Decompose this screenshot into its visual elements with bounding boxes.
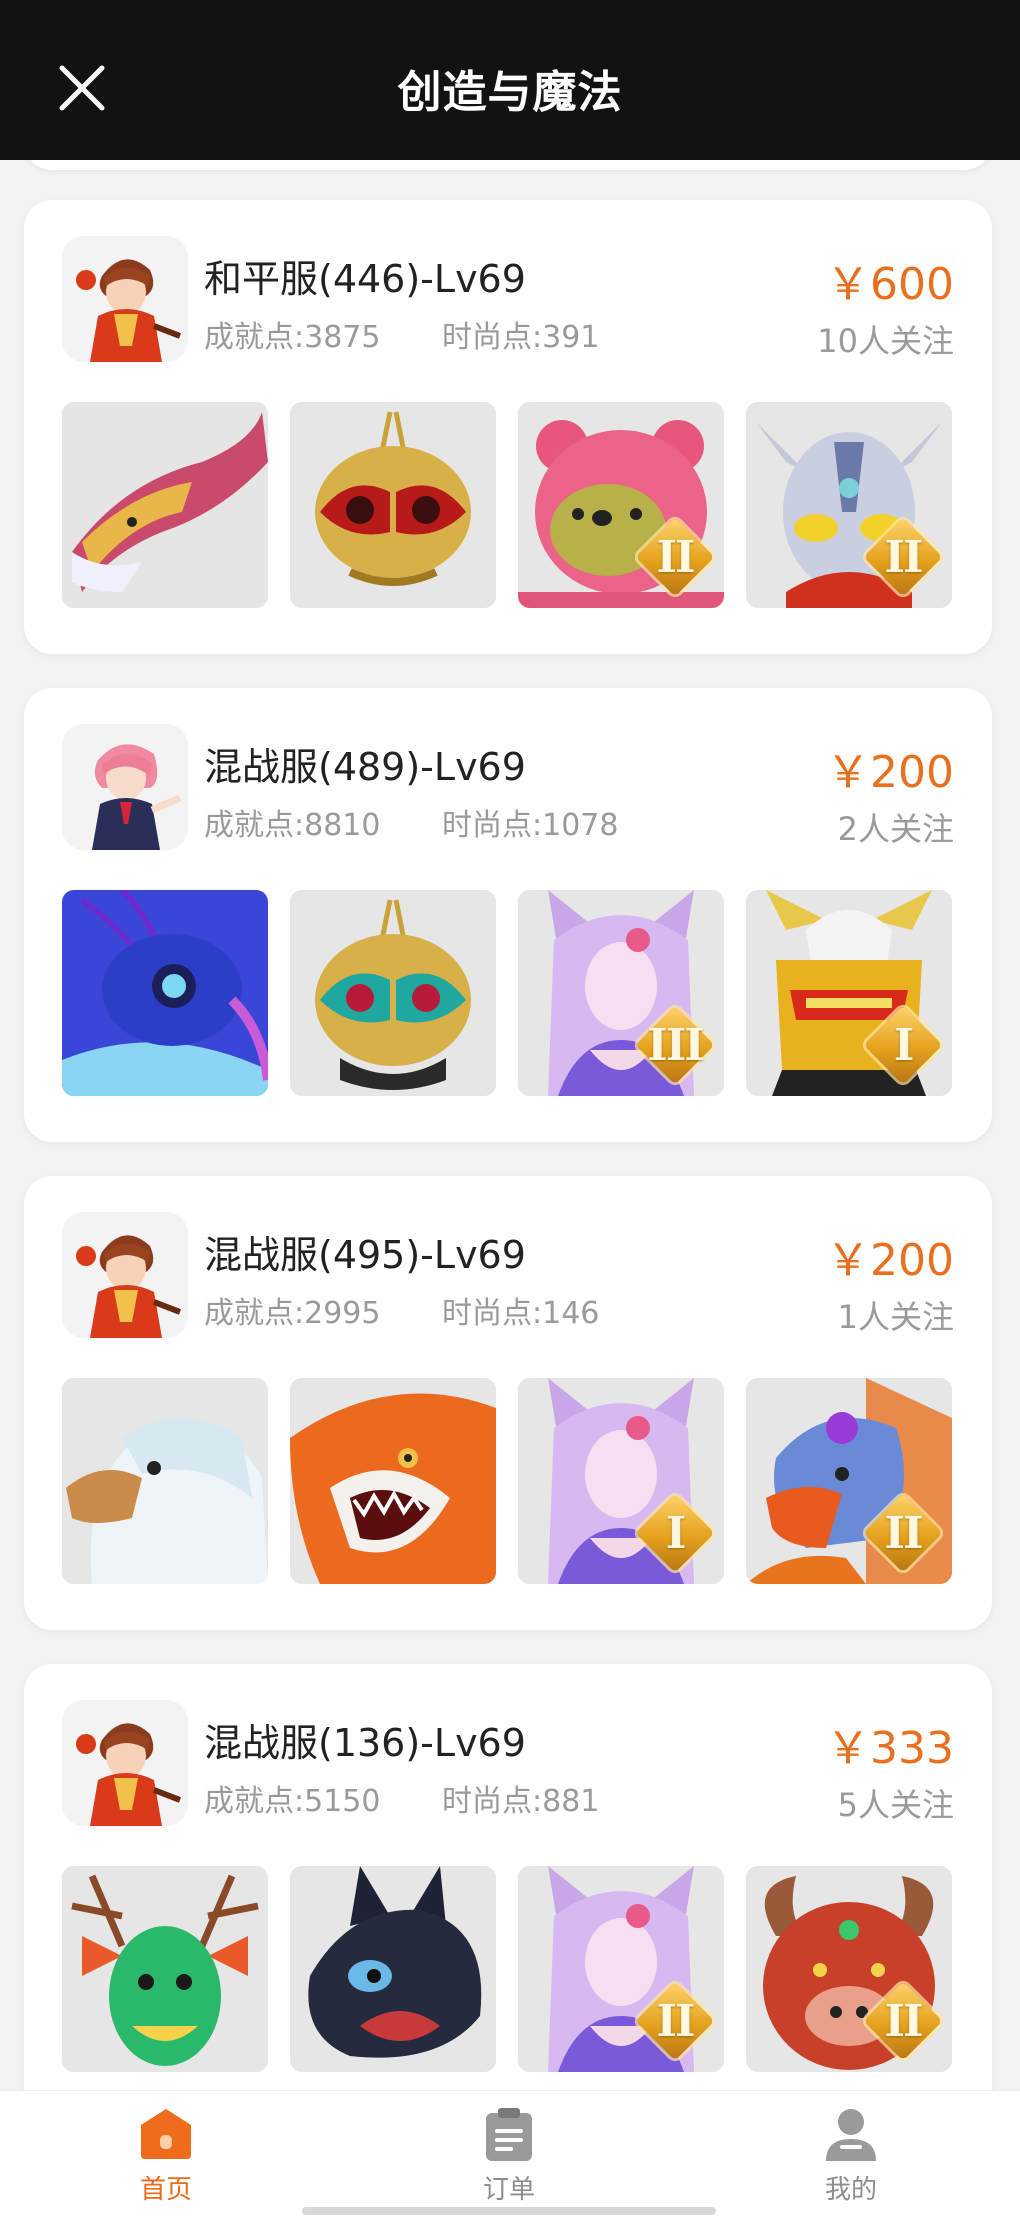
- server-name: 混战服(489)-Lv69: [204, 745, 526, 789]
- avatar-boy-red-outfit: [62, 1212, 188, 1338]
- item-pink-dragon-mount[interactable]: [62, 402, 268, 608]
- page-title: 创造与魔法: [397, 67, 623, 118]
- listing-card[interactable]: 混战服(489)-Lv69 成就点:8810 时尚点:1078 ￥200 2人关…: [24, 688, 992, 1142]
- item-fox-spirit-lady[interactable]: II: [518, 1866, 724, 2072]
- item-green-antler-dragon[interactable]: [62, 1866, 268, 2072]
- server-name: 和平服(446)-Lv69: [204, 257, 526, 301]
- follower-count: 1人关注: [837, 1298, 954, 1336]
- price: ￥600: [826, 259, 954, 310]
- bottom-nav: 首页 订单 我的: [0, 2090, 1020, 2218]
- tier-badge: II: [860, 1490, 946, 1576]
- item-thumbnails: II II: [62, 402, 954, 608]
- avatar-boy-red-outfit: [62, 1700, 188, 1826]
- stats-row: 成就点:3875 时尚点:391: [204, 312, 599, 356]
- nav-orders[interactable]: 订单: [429, 2105, 589, 2215]
- stats-row: 成就点:8810 时尚点:1078: [204, 800, 618, 844]
- item-thumbnails: III I: [62, 890, 954, 1096]
- tier-badge: II: [632, 514, 718, 600]
- avatar-girl-pink-hair: [62, 724, 188, 850]
- fashion-points: 时尚点:1078: [442, 808, 619, 843]
- item-blue-griffin[interactable]: II: [746, 1378, 952, 1584]
- price: ￥200: [826, 1235, 954, 1286]
- tier-badge: III: [632, 1002, 718, 1088]
- tier-badge: I: [860, 1002, 946, 1088]
- item-black-cat-dragon[interactable]: [290, 1866, 496, 2072]
- item-red-horned-demon[interactable]: II: [746, 1866, 952, 2072]
- server-name: 混战服(495)-Lv69: [204, 1233, 526, 1277]
- item-blue-bird-mount[interactable]: [62, 890, 268, 1096]
- avatar-boy-red-outfit: [62, 236, 188, 362]
- achievement-points: 成就点:8810: [204, 808, 381, 843]
- home-icon: [141, 2109, 191, 2159]
- achievement-points: 成就点:3875: [204, 320, 381, 355]
- user-icon: [826, 2109, 876, 2161]
- fashion-points: 时尚点:146: [442, 1296, 600, 1331]
- top-bar: 创造与魔法: [0, 0, 1020, 160]
- clipboard-icon: [486, 2108, 532, 2161]
- item-white-eagle[interactable]: [62, 1378, 268, 1584]
- nav-home[interactable]: 首页: [86, 2105, 246, 2215]
- listing-card[interactable]: 混战服(136)-Lv69 成就点:5150 时尚点:881 ￥333 5人关注: [24, 1664, 992, 2090]
- nav-home-label: 首页: [139, 2175, 192, 2205]
- item-thumbnails: II II: [62, 1866, 954, 2072]
- item-pink-bear-pet[interactable]: II: [518, 402, 724, 608]
- follower-count: 2人关注: [837, 810, 954, 848]
- achievement-points: 成就点:5150: [204, 1784, 381, 1819]
- server-name: 混战服(136)-Lv69: [204, 1721, 526, 1765]
- nav-orders-label: 订单: [482, 2175, 535, 2205]
- app-root: 创造与魔法 和平服(446)-Lv69 成就点:3875 时尚点:391 ￥60…: [0, 0, 1020, 2218]
- stats-row: 成就点:2995 时尚点:146: [204, 1288, 599, 1332]
- item-fox-spirit-lady[interactable]: I: [518, 1378, 724, 1584]
- item-fox-spirit-lady[interactable]: III: [518, 890, 724, 1096]
- listing-feed[interactable]: 和平服(446)-Lv69 成就点:3875 时尚点:391 ￥600 10人关…: [0, 160, 1020, 2090]
- price: ￥333: [826, 1723, 954, 1774]
- nav-mine[interactable]: 我的: [771, 2105, 931, 2215]
- listing-card[interactable]: 和平服(446)-Lv69 成就点:3875 时尚点:391 ￥600 10人关…: [24, 200, 992, 654]
- tier-badge: II: [860, 514, 946, 600]
- nav-mine-label: 我的: [824, 2175, 877, 2205]
- item-ultraman-mask[interactable]: II: [746, 402, 952, 608]
- item-gold-teal-beetle-helmet[interactable]: [290, 890, 496, 1096]
- tier-badge: II: [860, 1978, 946, 2064]
- follower-count: 10人关注: [817, 322, 954, 360]
- achievement-points: 成就点:2995: [204, 1296, 381, 1331]
- stats-row: 成就点:5150 时尚点:881: [204, 1776, 599, 1820]
- tier-badge: I: [632, 1490, 718, 1576]
- home-indicator: [302, 2207, 716, 2215]
- item-thumbnails: I II: [62, 1378, 954, 1584]
- listing-card[interactable]: 混战服(495)-Lv69 成就点:2995 时尚点:146 ￥200 1人关注: [24, 1176, 992, 1630]
- fashion-points: 时尚点:881: [442, 1784, 600, 1819]
- fashion-points: 时尚点:391: [442, 320, 600, 355]
- price: ￥200: [826, 747, 954, 798]
- follower-count: 5人关注: [837, 1786, 954, 1824]
- item-orange-shark-fish[interactable]: [290, 1378, 496, 1584]
- item-gold-red-armor-helmet[interactable]: I: [746, 890, 952, 1096]
- item-gold-beetle-helmet[interactable]: [290, 402, 496, 608]
- tier-badge: II: [632, 1978, 718, 2064]
- previous-card-edge: [24, 160, 992, 170]
